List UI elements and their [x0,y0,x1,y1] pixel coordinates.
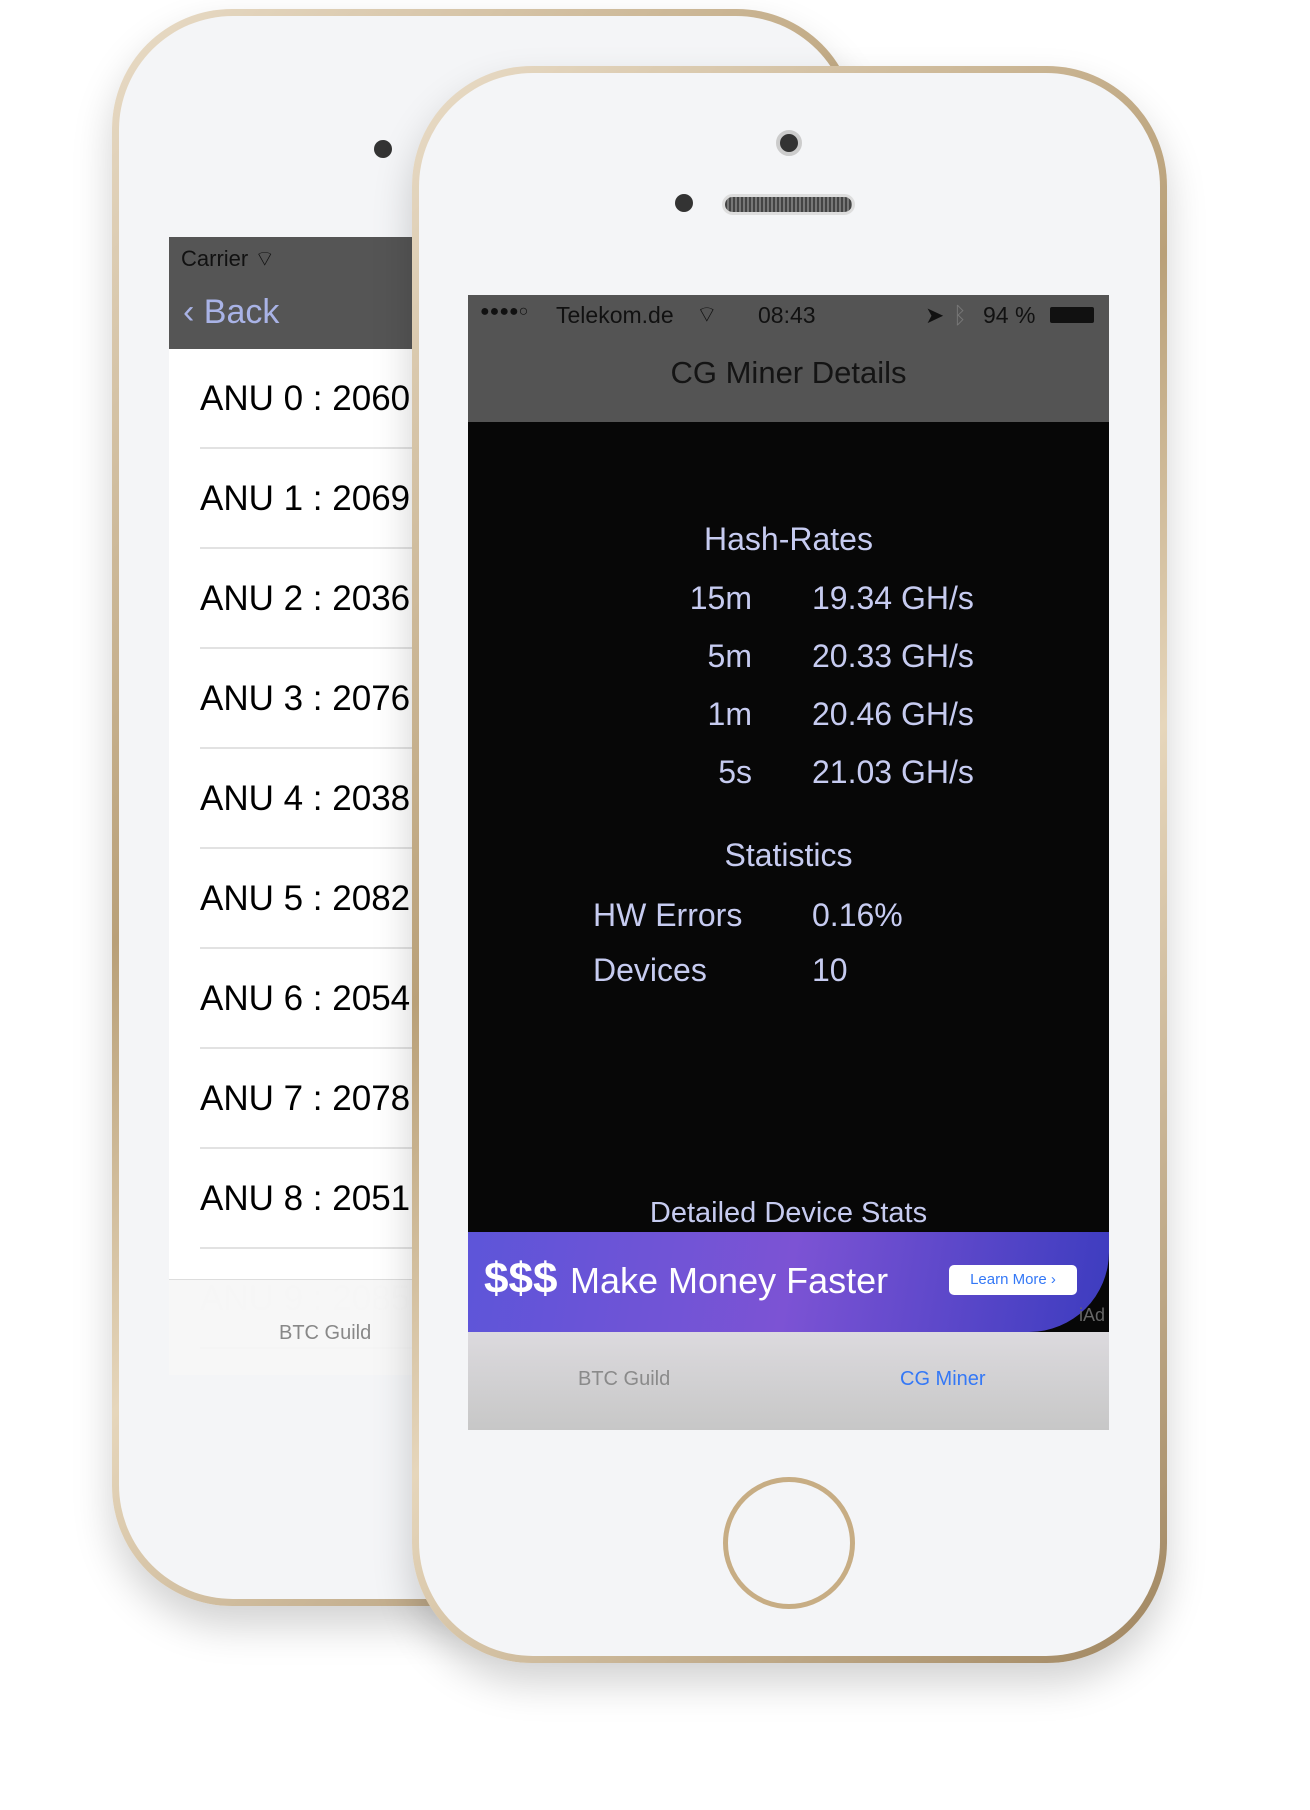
detailed-device-stats-button[interactable]: Detailed Device Stats [468,1197,1109,1230]
rate-label: 15m [689,580,752,616]
learn-more-button[interactable]: Learn More › [949,1265,1077,1295]
rate-value: 19.34 GH/s [812,580,974,616]
back-button[interactable]: ‹ Back [169,283,419,349]
rate-label: 1m [707,696,752,732]
front-phone: ●●●●○ Telekom.de ⌔ 08:43 ➤ ᛒ 94 % CG Min… [412,66,1167,1663]
stat-label: HW Errors [593,897,743,933]
list-item[interactable]: ANU 6 : 2054 [200,949,419,1049]
location-icon: ➤ [925,302,945,328]
tab-btc-guild[interactable]: BTC Guild [279,1322,371,1345]
list-item[interactable]: ANU 2 : 2036 [200,549,419,649]
carrier: Telekom.de [556,302,674,328]
nav-bar: CG Miner Details [468,335,1109,422]
stat-value: 10 [812,952,848,988]
chevron-left-icon: ‹ [183,293,195,331]
wifi-icon: ⌔ [254,246,276,271]
ad-banner[interactable]: $$$ Make Money Faster Learn More › [468,1232,1109,1332]
stat-label: Devices [593,952,707,988]
ad-text: Make Money Faster [570,1260,889,1301]
dollar-logo: $$$ [484,1254,558,1303]
status-bar: ●●●●○ Telekom.de ⌔ 08:43 ➤ ᛒ 94 % [468,295,1109,335]
list-item[interactable]: ANU 3 : 2076 [200,649,419,749]
time: 08:43 [758,302,816,328]
rate-value: 20.33 GH/s [812,638,974,674]
speaker-grille [722,194,855,215]
rate-label: 5m [707,638,752,674]
tab-bar: BTC Guild [169,1279,419,1375]
hash-rates-heading: Hash-Rates [704,521,873,557]
battery-percent: 94 % [983,302,1036,328]
tab-bar: BTC Guild CG Miner [468,1332,1109,1430]
front-camera [776,130,802,156]
rate-value: 20.46 GH/s [812,696,974,732]
sensor-dot [374,140,392,158]
home-button[interactable] [723,1477,855,1609]
page-title: CG Miner Details [670,355,907,390]
back-label: Back [203,293,280,331]
tab-cg-miner[interactable]: CG Miner [900,1368,986,1391]
status-bar: Carrier ⌔ [169,237,419,283]
stat-value: 0.16% [812,897,903,933]
rate-value: 21.03 GH/s [812,754,974,790]
carrier: Carrier [181,246,249,271]
list-item[interactable]: ANU 0 : 2060 [200,349,419,449]
list-item[interactable]: ANU 5 : 2082 [200,849,419,949]
iad-badge: iAd [1079,1305,1106,1325]
tab-btc-guild[interactable]: BTC Guild [578,1368,670,1391]
signal-icon: ●●●●○ [480,303,529,320]
sensor-dot [675,194,693,212]
wifi-icon: ⌔ [696,301,718,327]
back-screen: Carrier ⌔ ‹ Back ANU 0 : 2060 ANU 1 : 20… [169,237,419,1375]
list-item[interactable]: ANU 4 : 2038 [200,749,419,849]
list-item[interactable]: ANU 1 : 2069 [200,449,419,549]
battery-icon [1050,307,1094,323]
front-screen: ●●●●○ Telekom.de ⌔ 08:43 ➤ ᛒ 94 % CG Min… [468,295,1109,1430]
bluetooth-icon: ᛒ [953,302,967,328]
statistics-heading: Statistics [724,837,853,873]
list-item[interactable]: ANU 8 : 2051 [200,1149,419,1249]
rate-label: 5s [718,754,752,790]
list-item[interactable]: ANU 7 : 2078 [200,1049,419,1149]
